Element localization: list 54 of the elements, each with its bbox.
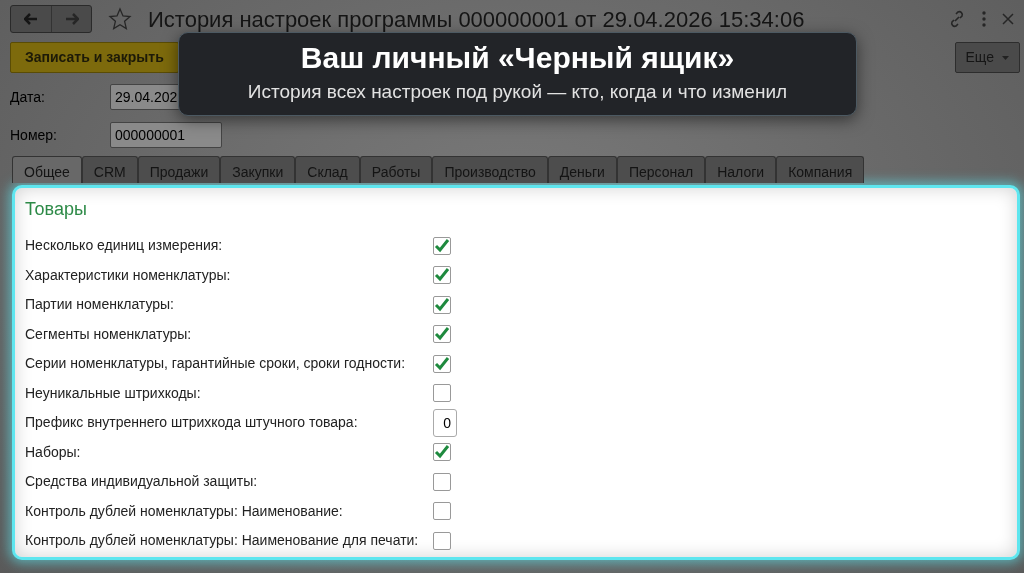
tab[interactable]: CRM xyxy=(81,156,138,183)
setting-label: Контроль дублей номенклатуры: Наименование: xyxy=(25,501,344,521)
number-field[interactable]: 0 xyxy=(433,408,457,437)
checkbox[interactable] xyxy=(433,325,451,344)
checkbox[interactable] xyxy=(433,472,451,491)
tab[interactable]: Производство xyxy=(432,156,548,183)
tab[interactable]: Компания xyxy=(776,156,865,183)
setting-label: Контроль дублей номенклатуры: Наименование для печати: xyxy=(25,531,420,551)
callout-title: Ваш личный «Черный ящик» xyxy=(300,41,735,75)
save-and-close-button[interactable]: Записать и закрыть xyxy=(10,42,179,73)
tab[interactable]: Продажи xyxy=(137,156,221,183)
callout-subtitle: История всех настроек под рукой — кто, когда и что изменил xyxy=(247,80,788,105)
setting-label: Несколько единиц измерения: xyxy=(25,236,224,256)
tab[interactable]: Деньги xyxy=(547,156,617,183)
checkbox[interactable] xyxy=(433,384,451,403)
setting-label: Серии номенклатуры, гарантийные сроки, сроки годности: xyxy=(25,354,407,374)
checkbox[interactable] xyxy=(433,502,451,521)
back-arrow-icon xyxy=(24,13,38,25)
tab[interactable]: Работы xyxy=(359,156,433,183)
tab[interactable]: Персонал xyxy=(616,156,706,183)
setting-label: Неуникальные штрихкоды: xyxy=(25,383,202,403)
checkbox[interactable] xyxy=(433,236,451,255)
tab[interactable]: Налоги xyxy=(705,156,777,183)
setting-label: Характеристики номенклатуры: xyxy=(25,265,232,285)
checkbox[interactable] xyxy=(433,354,451,373)
star-icon[interactable] xyxy=(108,7,132,31)
field-label: Дата: xyxy=(10,87,46,107)
checkbox[interactable] xyxy=(433,443,451,462)
checkmark-icon xyxy=(434,356,450,371)
checkbox[interactable] xyxy=(433,295,451,314)
setting-label: Префикс внутреннего штрихкода штучного товара: xyxy=(25,413,359,433)
window-title: История настроек программы 000000001 от 29.04.2026 15:34:06 xyxy=(148,5,805,34)
checkbox[interactable] xyxy=(433,266,451,285)
caret-icon xyxy=(1002,55,1009,60)
checkmark-icon xyxy=(434,297,450,312)
setting-label: Наборы: xyxy=(25,442,82,462)
checkbox[interactable] xyxy=(433,531,451,550)
setting-label: Средства индивидуальной защиты: xyxy=(25,472,259,492)
tab[interactable]: Общее xyxy=(12,156,82,183)
field-label: Номер: xyxy=(10,125,58,145)
link-icon[interactable] xyxy=(948,10,966,28)
checkmark-icon xyxy=(434,327,450,342)
checkmark-icon xyxy=(434,445,450,460)
setting-label: Сегменты номенклатуры: xyxy=(25,324,193,344)
tab[interactable]: Склад xyxy=(295,156,360,183)
checkmark-icon xyxy=(434,238,450,253)
tab[interactable]: Закупки xyxy=(220,156,296,183)
more-options-icon[interactable] xyxy=(982,11,986,27)
checkmark-icon xyxy=(434,268,450,283)
close-icon[interactable] xyxy=(1002,13,1014,25)
input-field[interactable]: 000000001 xyxy=(110,122,222,148)
forward-arrow-icon xyxy=(64,13,79,25)
setting-label: Партии номенклатуры: xyxy=(25,295,175,315)
section-title: Товары xyxy=(25,198,88,221)
